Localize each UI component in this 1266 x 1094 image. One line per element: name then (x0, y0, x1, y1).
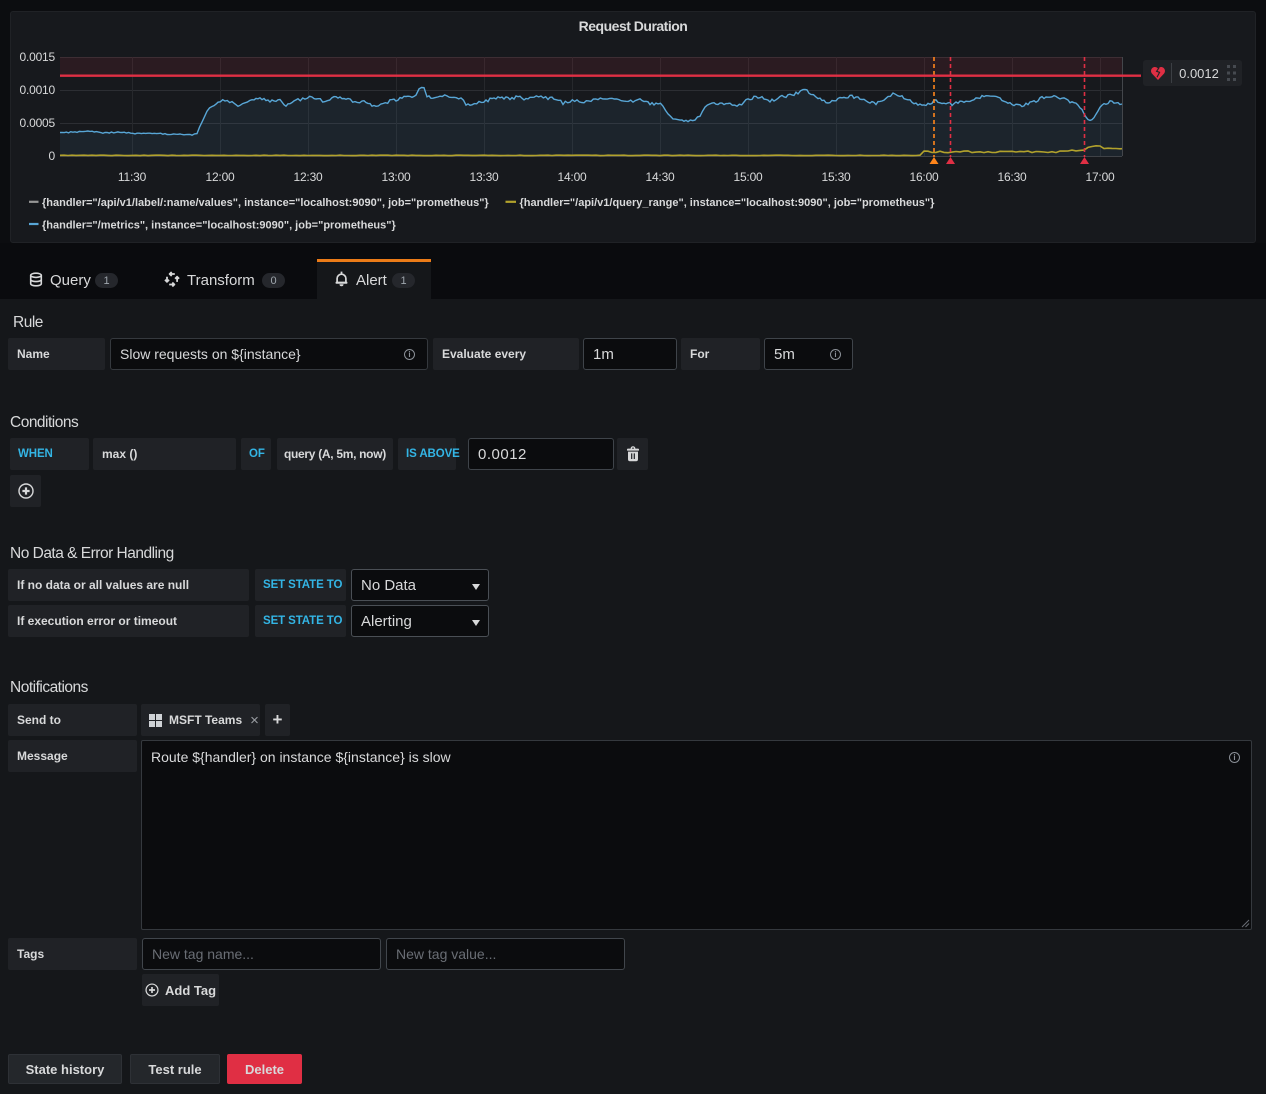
svg-text:17:00: 17:00 (1085, 170, 1115, 184)
svg-text:14:30: 14:30 (645, 170, 675, 184)
svg-text:16:00: 16:00 (909, 170, 939, 184)
svg-text:14:00: 14:00 (557, 170, 587, 184)
svg-text:15:00: 15:00 (733, 170, 763, 184)
svg-text:15:30: 15:30 (821, 170, 851, 184)
svg-text:11:30: 11:30 (118, 170, 147, 184)
svg-text:{handler="/api/v1/query_range": {handler="/api/v1/query_range", instance… (520, 197, 936, 209)
svg-text:0.0005: 0.0005 (19, 116, 55, 130)
svg-text:0.0010: 0.0010 (19, 83, 55, 97)
svg-text:12:00: 12:00 (205, 170, 235, 184)
svg-text:0.0012: 0.0012 (1179, 66, 1219, 81)
svg-text:Request Duration: Request Duration (579, 18, 688, 34)
svg-text:0.0015: 0.0015 (19, 50, 55, 64)
svg-text:13:00: 13:00 (381, 170, 411, 184)
svg-text:0: 0 (49, 149, 56, 163)
svg-text:{handler="/metrics", instance=: {handler="/metrics", instance="localhost… (42, 219, 396, 231)
svg-text:12:30: 12:30 (293, 170, 323, 184)
svg-text:{handler="/api/v1/label/:name/: {handler="/api/v1/label/:name/values", i… (42, 197, 489, 209)
svg-text:16:30: 16:30 (997, 170, 1027, 184)
svg-text:13:30: 13:30 (469, 170, 499, 184)
